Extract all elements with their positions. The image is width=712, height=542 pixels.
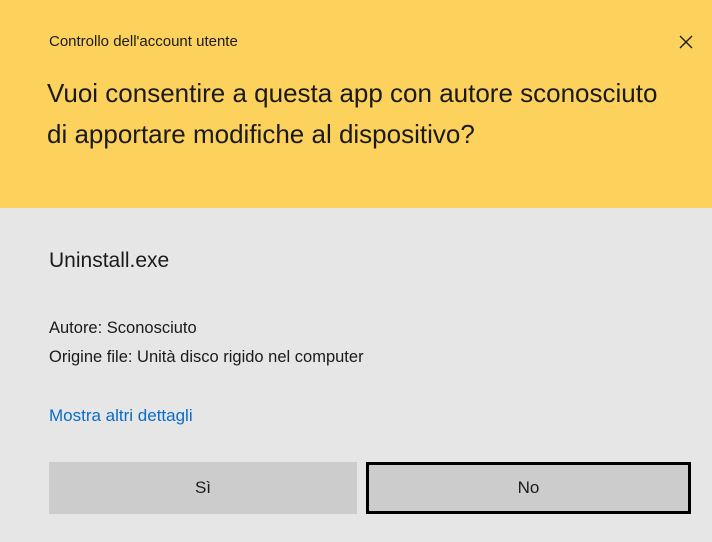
- yes-button[interactable]: Sì: [49, 462, 357, 514]
- yes-button-label: Sì: [194, 478, 212, 497]
- close-button[interactable]: [668, 24, 704, 60]
- app-name: Uninstall.exe: [49, 249, 170, 272]
- dialog-header: Controllo dell'account utente Vuoi conse…: [0, 0, 712, 208]
- consent-question: Vuoi consentire a questa app con autore …: [47, 78, 658, 149]
- file-origin-text: Origine file: Unità disco rigido nel com…: [49, 348, 364, 366]
- no-button[interactable]: No: [366, 462, 691, 514]
- uac-dialog: Controllo dell'account utente Vuoi conse…: [0, 0, 712, 542]
- publisher-text: Autore: Sconosciuto: [49, 319, 197, 337]
- no-button-label: No: [517, 478, 540, 497]
- close-icon: [679, 35, 693, 49]
- more-details-link[interactable]: Mostra altri dettagli: [49, 406, 193, 426]
- app-info: Autore: Sconosciuto Origine file: Unità …: [49, 314, 364, 372]
- dialog-title: Controllo dell'account utente: [49, 33, 238, 50]
